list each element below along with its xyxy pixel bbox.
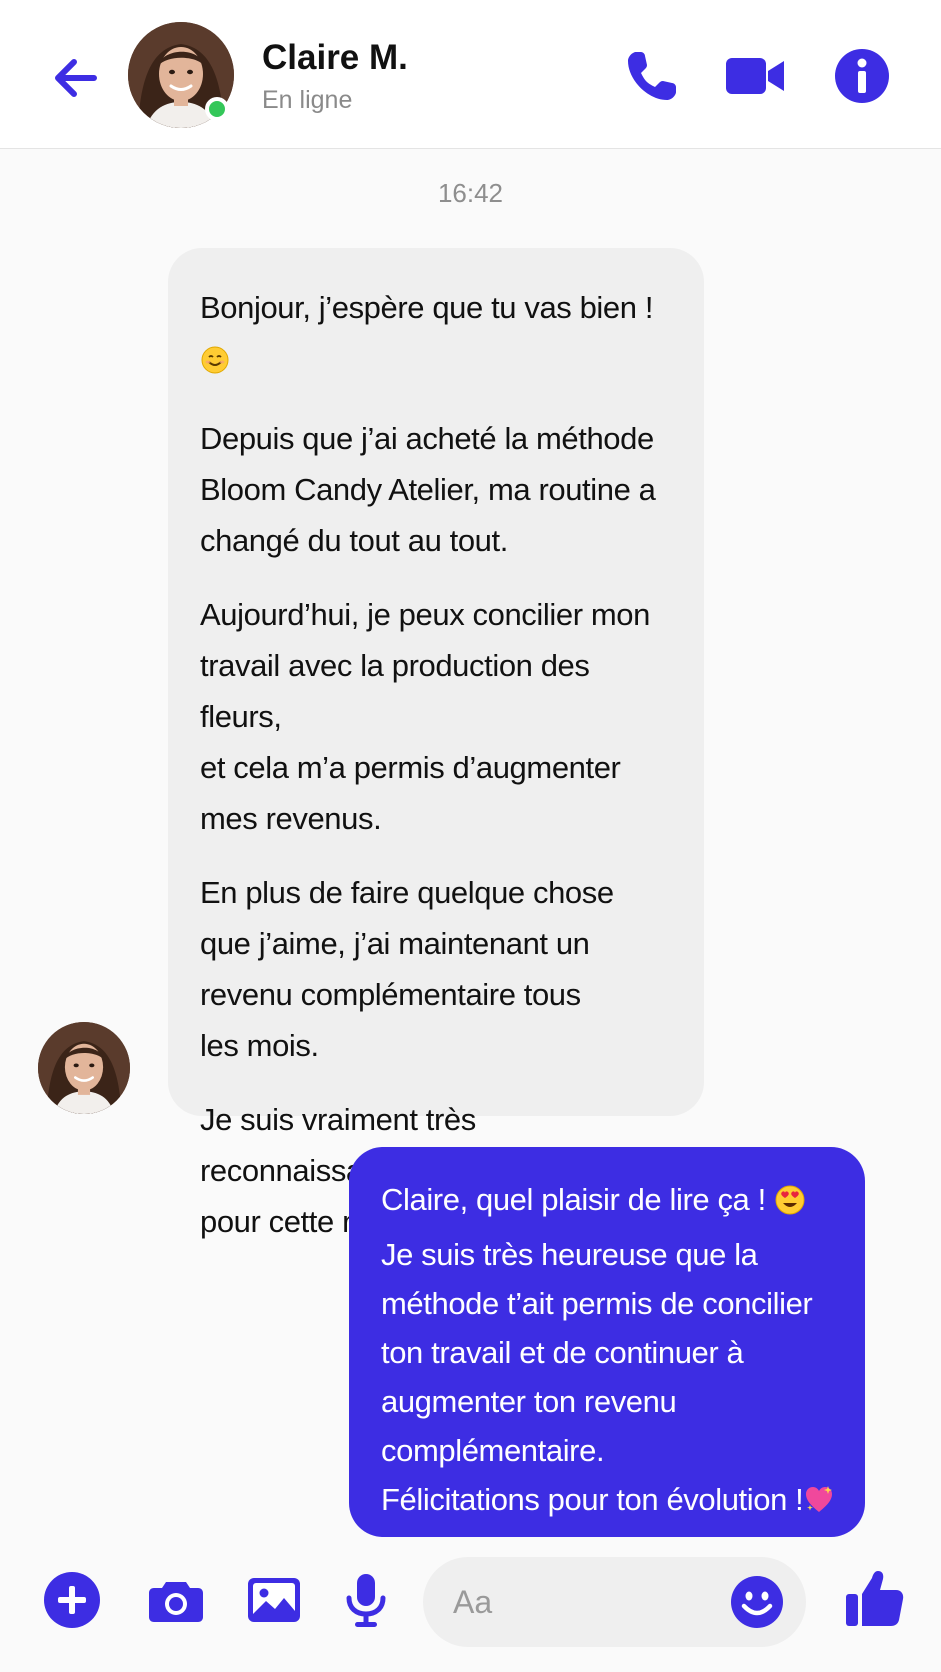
plus-icon[interactable] [42, 1570, 102, 1630]
outgoing-message-bubble[interactable]: Claire, quel plaisir de lire ça ! Je sui… [349, 1147, 865, 1537]
video-camera-icon[interactable] [724, 44, 788, 108]
message-paragraph: Aujourd’hui, je peux concilier mon travai… [200, 597, 650, 836]
contact-name[interactable]: Claire M. [262, 38, 408, 78]
camera-icon[interactable] [146, 1570, 206, 1630]
sender-avatar[interactable] [38, 1022, 130, 1114]
back-arrow-icon[interactable] [48, 50, 104, 106]
online-status-dot [205, 97, 229, 121]
image-icon[interactable] [244, 1570, 304, 1630]
thumbs-up-icon[interactable] [842, 1566, 908, 1632]
chat-screen: Claire M. En ligne 16:42 Bonjour, j’espè… [0, 0, 941, 1672]
message-paragraph: Bonjour, j’espère que tu vas bien ! [200, 282, 676, 390]
message-paragraph: En plus de faire quelque chose que j’aime… [200, 875, 614, 1063]
chat-header: Claire M. En ligne [0, 0, 941, 149]
message-timestamp: 16:42 [437, 178, 504, 208]
contact-status: En ligne [262, 86, 353, 114]
info-icon[interactable] [830, 44, 894, 108]
message-text: Claire, quel plaisir de lire ça ! Je sui… [381, 1175, 843, 1530]
smiling-face-emoji [200, 339, 230, 390]
smiley-icon[interactable] [729, 1574, 785, 1630]
heart-eyes-emoji [774, 1181, 806, 1230]
phone-icon[interactable] [620, 44, 684, 108]
microphone-icon[interactable] [336, 1570, 396, 1630]
incoming-message-bubble[interactable]: Bonjour, j’espère que tu vas bien ! Depu… [168, 248, 704, 1239]
message-paragraph: Depuis que j’ai acheté la méthode Bloom C… [200, 421, 656, 558]
sparkling-heart-emoji [803, 1481, 835, 1530]
